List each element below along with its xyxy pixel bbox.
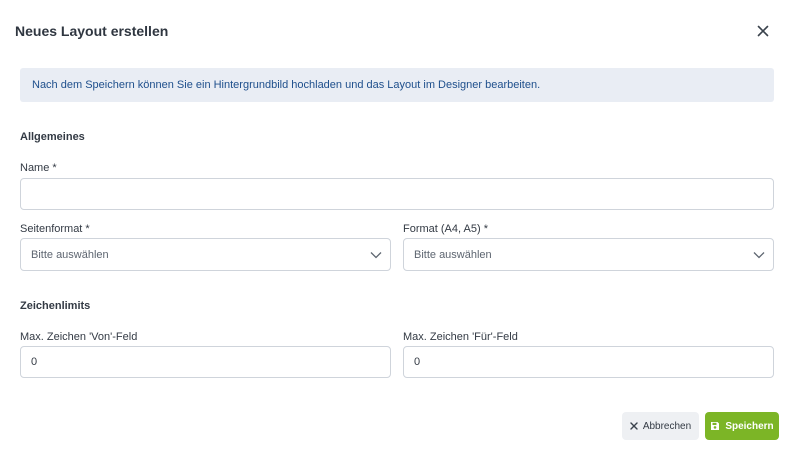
- info-message: Nach dem Speichern können Sie ein Hinter…: [20, 68, 774, 102]
- page-format-select[interactable]: Bitte auswählen: [20, 238, 391, 271]
- dialog-title: Neues Layout erstellen: [15, 23, 169, 39]
- format-select[interactable]: Bitte auswählen: [403, 238, 774, 271]
- save-button[interactable]: Speichern: [705, 412, 779, 440]
- info-message-text: Nach dem Speichern können Sie ein Hinter…: [32, 79, 541, 91]
- format-placeholder: Bitte auswählen: [414, 248, 492, 261]
- name-input[interactable]: [20, 178, 774, 210]
- chevron-down-icon: [753, 251, 765, 259]
- chevron-down-icon: [370, 251, 382, 259]
- format-label: Format (A4, A5) *: [403, 223, 488, 235]
- from-limit-input[interactable]: [20, 346, 391, 378]
- close-button[interactable]: [753, 21, 773, 41]
- x-icon: [630, 422, 638, 430]
- page-format-placeholder: Bitte auswählen: [31, 248, 109, 261]
- cancel-button-label: Abbrechen: [642, 420, 692, 432]
- layout-dialog: Neues Layout erstellen Nach dem Speicher…: [0, 0, 796, 457]
- section-title-general: Allgemeines: [20, 131, 85, 143]
- to-limit-input[interactable]: [403, 346, 774, 378]
- page-format-label: Seitenformat *: [20, 223, 90, 235]
- from-limit-label: Max. Zeichen 'Von'-Feld: [20, 331, 138, 343]
- cancel-button[interactable]: Abbrechen: [622, 412, 699, 440]
- section-title-limits: Zeichenlimits: [20, 300, 91, 312]
- to-limit-label: Max. Zeichen 'Für'-Feld: [403, 331, 518, 343]
- close-icon: [757, 25, 769, 37]
- name-label: Name *: [20, 162, 57, 174]
- save-icon: [710, 421, 720, 431]
- save-button-label: Speichern: [725, 420, 774, 432]
